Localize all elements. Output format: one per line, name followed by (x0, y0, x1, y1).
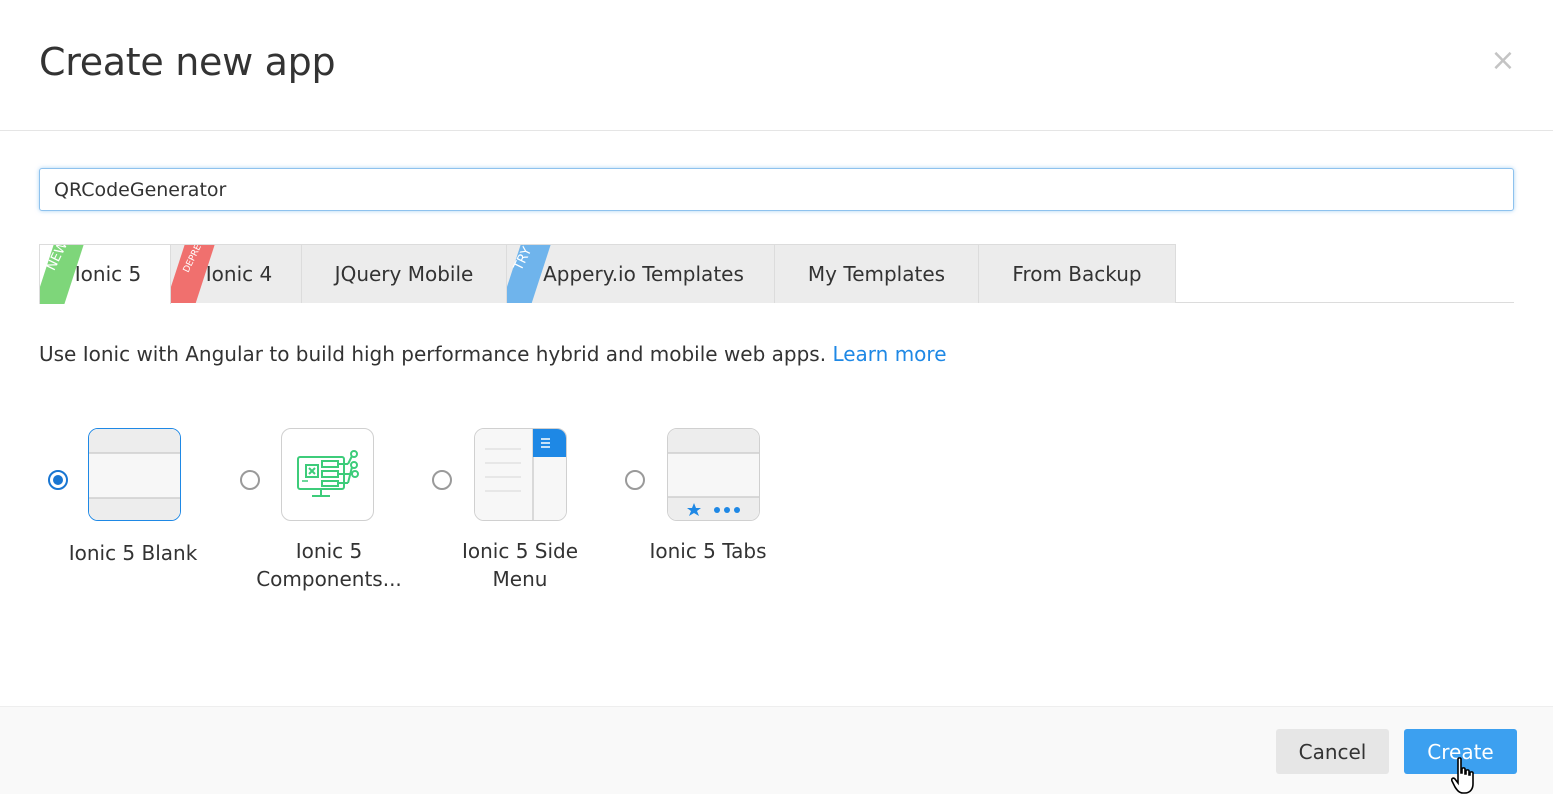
template-radio[interactable] (432, 470, 452, 490)
tab-label: JQuery Mobile (334, 262, 474, 286)
description-text: Use Ionic with Angular to build high per… (39, 342, 833, 366)
components-illustration (297, 450, 359, 497)
tabs-preview (668, 429, 759, 520)
template-label: Ionic 5 Blank (68, 541, 198, 565)
dialog-title: Create new app (39, 40, 336, 84)
create-app-dialog: Create new app × NEW Ionic 5 DEPRECATED … (0, 0, 1553, 794)
components-template-icon[interactable] (281, 428, 374, 521)
tab-label: Appery.io Templates (543, 262, 744, 286)
side-menu-preview (475, 429, 566, 520)
learn-more-link[interactable]: Learn more (832, 342, 946, 366)
app-name-input[interactable] (39, 168, 1514, 211)
template-label: Ionic 5 Side Menu (461, 539, 579, 591)
hand-pointer-icon (1451, 757, 1474, 794)
template-source-tabs: NEW Ionic 5 DEPRECATED Ionic 4 JQuery Mo… (39, 244, 1514, 304)
side-menu-template-icon[interactable] (474, 428, 567, 521)
tab-ionic-5[interactable]: NEW Ionic 5 (39, 244, 171, 304)
tab-ionic-4[interactable]: DEPRECATED Ionic 4 (170, 244, 302, 303)
blank-template-preview (89, 429, 180, 520)
template-radio[interactable] (240, 470, 260, 490)
tab-appery-templates[interactable]: TRY Appery.io Templates (506, 244, 775, 303)
template-label: Ionic 5 Tabs (649, 539, 767, 563)
tabs-template-icon[interactable] (667, 428, 760, 521)
dialog-footer: Cancel Create (0, 706, 1553, 794)
tab-label: My Templates (807, 262, 946, 286)
cancel-button[interactable]: Cancel (1276, 729, 1389, 774)
template-radio[interactable] (48, 470, 68, 490)
dialog-header: Create new app × (0, 0, 1553, 131)
close-icon[interactable]: × (1488, 44, 1518, 78)
tab-label: From Backup (1012, 262, 1142, 286)
template-radio[interactable] (625, 470, 645, 490)
tab-my-templates[interactable]: My Templates (774, 244, 979, 303)
tab-description: Use Ionic with Angular to build high per… (39, 342, 947, 366)
tab-label: Ionic 5 (74, 262, 142, 286)
tab-label: Ionic 4 (205, 262, 273, 286)
tab-jquery-mobile[interactable]: JQuery Mobile (301, 244, 507, 303)
template-label: Ionic 5 Components... (256, 539, 402, 591)
tab-from-backup[interactable]: From Backup (978, 244, 1176, 303)
blank-template-icon[interactable] (88, 428, 181, 521)
